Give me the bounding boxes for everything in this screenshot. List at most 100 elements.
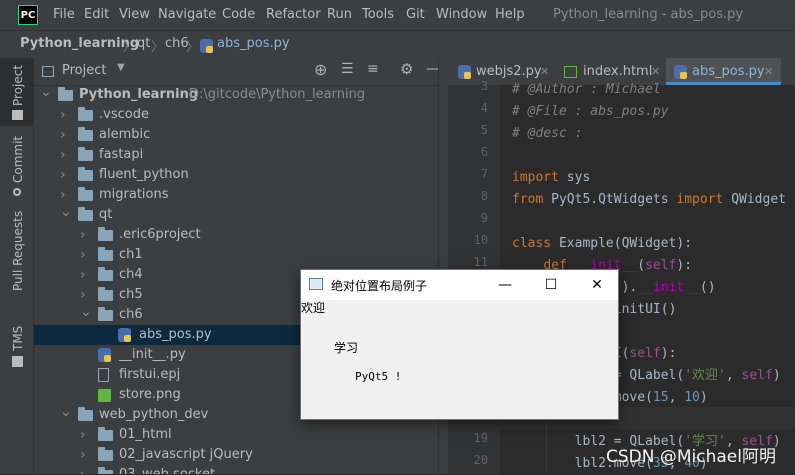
tree-item[interactable]: › 03_web socket: [34, 465, 438, 474]
tree-item[interactable]: › .vscode: [34, 105, 438, 125]
folder-icon: [78, 167, 93, 181]
chevron-down-icon[interactable]: ⌄: [40, 85, 52, 102]
project-panel-title[interactable]: Project: [62, 63, 106, 78]
code-line: # @Author : Michael: [512, 82, 661, 97]
menu-tools[interactable]: Tools: [362, 7, 394, 22]
folder-icon: [98, 307, 113, 321]
dialog-titlebar[interactable]: 绝对位置布局例子 — ☐ ✕: [301, 270, 618, 300]
qt-dialog-window[interactable]: 绝对位置布局例子 — ☐ ✕ 欢迎 学习 PyQt5 !: [300, 269, 619, 420]
collapse-all-icon[interactable]: ≡: [367, 61, 379, 77]
tree-item-label: fluent_python: [99, 167, 189, 182]
chevron-right-icon[interactable]: ›: [80, 225, 90, 245]
folder-icon: [12, 110, 23, 120]
menu-view[interactable]: View: [119, 7, 150, 22]
code-line: class Example(QWidget):: [512, 236, 693, 251]
tree-item[interactable]: › alembic: [34, 125, 438, 145]
tree-item[interactable]: › ch1: [34, 245, 438, 265]
line-number: 10: [473, 233, 488, 247]
menu-edit[interactable]: Edit: [84, 7, 109, 22]
menu-window[interactable]: Window: [436, 7, 487, 22]
breadcrumb-qt[interactable]: qt: [137, 36, 150, 51]
tree-item[interactable]: › fastapi: [34, 145, 438, 165]
folder-icon: [58, 87, 73, 101]
tree-item[interactable]: › .eric6project: [34, 225, 438, 245]
code-line: # @desc :: [512, 126, 583, 141]
chevron-down-icon[interactable]: ⌄: [60, 202, 72, 222]
maximize-button[interactable]: ☐: [528, 270, 574, 300]
gear-icon[interactable]: ⚙: [400, 60, 413, 78]
project-view-icon: [42, 66, 54, 77]
csdn-watermark: CSDN @Michael阿明: [606, 447, 776, 467]
tree-item[interactable]: › fluent_python: [34, 165, 438, 185]
tab-abs-pos[interactable]: abs_pos.py ✕: [666, 58, 781, 85]
checkbox-icon: [12, 356, 23, 367]
tree-item[interactable]: ⌄ qt: [34, 202, 438, 225]
chevron-right-icon[interactable]: ›: [80, 245, 90, 265]
chevron-right-icon[interactable]: ›: [80, 265, 90, 285]
folder-icon: [78, 407, 93, 421]
folder-icon: [78, 107, 93, 121]
tree-item-label: ch4: [119, 267, 143, 282]
chevron-right-icon[interactable]: ›: [60, 145, 70, 165]
python-file-icon: [458, 65, 471, 79]
tree-item[interactable]: ⌄ Python_learning D:\gitcode\Python_learni…: [34, 85, 438, 105]
line-number: 7: [480, 167, 488, 181]
breadcrumb-separator-icon: 〉: [151, 40, 165, 55]
chevron-right-icon[interactable]: ›: [80, 445, 90, 465]
code-line: # @File : abs_pos.py: [512, 104, 669, 119]
python-file-icon: [674, 65, 687, 79]
locate-icon[interactable]: ⊕: [314, 60, 327, 79]
chevron-right-icon[interactable]: ›: [60, 105, 70, 125]
code-line: from PyQt5.QtWidgets import QWidget: [512, 192, 786, 207]
folder-icon: [98, 467, 113, 474]
project-panel-header: Project ▼ ⊕ ☰ ≡ ⚙ —: [34, 58, 441, 86]
tms-tool-label[interactable]: TMS: [11, 326, 25, 351]
tree-item-label: __init__.py: [119, 347, 186, 362]
menu-git[interactable]: Git: [406, 7, 425, 22]
tree-item[interactable]: › 01_html: [34, 425, 438, 445]
chevron-right-icon[interactable]: ›: [60, 165, 70, 185]
tree-item-label: fastapi: [99, 147, 144, 162]
breadcrumb-separator-icon: 〉: [123, 40, 137, 55]
menu-file[interactable]: File: [53, 7, 75, 22]
menu-navigate[interactable]: Navigate: [158, 7, 216, 22]
tree-item-label: migrations: [99, 187, 169, 202]
tree-item-label: abs_pos.py: [139, 327, 212, 342]
breadcrumb-file[interactable]: abs_pos.py: [217, 36, 290, 51]
html-file-icon: [564, 66, 577, 78]
folder-icon: [98, 267, 113, 281]
chevron-down-icon[interactable]: ▼: [117, 62, 125, 73]
menu-code[interactable]: Code: [222, 7, 255, 22]
close-icon[interactable]: ✕: [764, 58, 773, 85]
breadcrumb-separator-icon: 〉: [186, 40, 200, 55]
menu-help[interactable]: Help: [495, 7, 525, 22]
chevron-down-icon[interactable]: ⌄: [60, 402, 72, 422]
project-path: D:\gitcode\Python_learning: [189, 87, 366, 102]
menu-refactor[interactable]: Refactor: [266, 7, 321, 22]
breadcrumb-project[interactable]: Python_learning: [20, 36, 139, 51]
tree-item[interactable]: › migrations: [34, 185, 438, 205]
tree-item-label: ch5: [119, 287, 143, 302]
tree-item[interactable]: › 02_javascript jQuery: [34, 445, 438, 465]
menu-run[interactable]: Run: [327, 7, 352, 22]
minimize-button[interactable]: —: [482, 270, 528, 300]
python-file-icon: [98, 348, 111, 362]
pull-requests-tool-label[interactable]: Pull Requests: [11, 211, 25, 291]
close-button[interactable]: ✕: [574, 270, 620, 300]
project-tool-label[interactable]: Project: [11, 65, 25, 106]
label-pyqt5: PyQt5 !: [355, 370, 402, 383]
folder-icon: [98, 247, 113, 261]
commit-tool-label[interactable]: Commit: [11, 136, 25, 183]
chevron-right-icon[interactable]: ›: [60, 125, 70, 145]
tree-item-label: store.png: [119, 387, 181, 402]
tree-item-label: alembic: [99, 127, 151, 142]
chevron-right-icon[interactable]: ›: [80, 465, 90, 474]
folder-icon: [78, 147, 93, 161]
folder-icon: [98, 287, 113, 301]
line-number: 19: [473, 431, 488, 445]
expand-all-icon[interactable]: ☰: [341, 61, 354, 77]
tree-item-label: .eric6project: [119, 227, 201, 242]
chevron-down-icon[interactable]: ⌄: [80, 302, 92, 322]
chevron-right-icon[interactable]: ›: [80, 425, 90, 445]
folder-icon: [78, 187, 93, 201]
